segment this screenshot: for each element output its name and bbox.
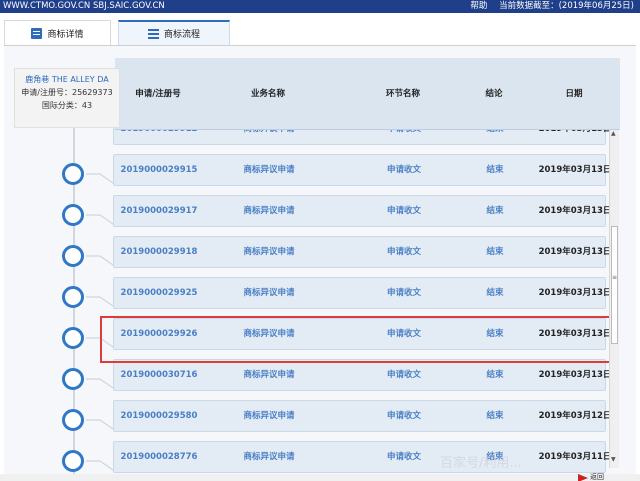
cell-reg-no[interactable]: 2019000029918	[121, 237, 198, 267]
timeline-node-icon	[62, 204, 84, 226]
back-label: 返回	[590, 473, 604, 481]
timeline-node-icon	[62, 245, 84, 267]
connector-line	[86, 214, 114, 225]
timeline-connector	[86, 378, 114, 389]
table-header: 申请/注册号 业务名称 环节名称 结论 日期	[115, 58, 620, 130]
header-reg-no: 申请/注册号	[135, 89, 181, 99]
watermark: 百家号/利用...	[440, 456, 522, 471]
site-url: WWW.CTMO.GOV.CN SBJ.SAIC.GOV.CN	[3, 1, 165, 11]
header-business: 业务名称	[250, 89, 286, 99]
top-bar: WWW.CTMO.GOV.CN SBJ.SAIC.GOV.CN 帮助 当前数据截…	[0, 0, 640, 13]
connector-line	[86, 460, 114, 471]
back-button[interactable]: 返回	[578, 473, 610, 481]
list-icon	[147, 28, 159, 39]
cell-step: 申请收文	[386, 165, 422, 175]
cell-date: 2019年03月11日	[538, 452, 612, 462]
timeline-connector	[86, 255, 114, 266]
connector-line	[86, 296, 114, 307]
cell-result: 结束	[486, 411, 504, 421]
scroll-up-icon[interactable]: ▲	[611, 130, 616, 137]
timeline-connector	[86, 173, 114, 184]
cell-step: 申请收文	[386, 247, 422, 257]
connector-line	[86, 419, 114, 430]
timeline-node-icon	[62, 163, 84, 185]
cell-date: 2019年03月12日	[538, 411, 612, 421]
cell-reg-no[interactable]: 2019000029925	[121, 278, 198, 308]
tab-trademark-process[interactable]: 商标流程	[118, 20, 230, 45]
timeline-node-icon	[62, 368, 84, 390]
help-link[interactable]: 帮助	[470, 1, 487, 11]
timeline-node-icon	[62, 327, 84, 349]
international-class: 国际分类：43	[41, 101, 93, 110]
timeline-connector	[86, 296, 114, 307]
registration-number: 申请/注册号：25629373	[21, 88, 113, 97]
cell-reg-no[interactable]: 2019000028776	[121, 442, 198, 472]
cell-date: 2019年03月13日	[538, 165, 612, 175]
cell-reg-no[interactable]: 2019000029915	[121, 155, 198, 185]
cell-reg-no[interactable]: 2019000029580	[121, 401, 198, 431]
cell-business: 商标异议申请	[243, 206, 295, 216]
timeline-connector	[86, 460, 114, 471]
cell-business: 商标异议申请	[243, 247, 295, 257]
timeline-node-icon	[62, 450, 84, 472]
cell-business: 商标异议申请	[243, 370, 295, 380]
grip-icon: ≡	[612, 274, 618, 281]
data-date-label: 当前数据截至：(2019年06月25日)	[499, 1, 634, 11]
cell-result: 结束	[486, 206, 504, 216]
arrow-right-icon	[578, 474, 588, 481]
cell-date: 2019年03月13日	[538, 370, 612, 380]
tab-trademark-detail[interactable]: 商标详情	[4, 20, 111, 45]
scroll-thumb[interactable]	[611, 226, 618, 344]
header-step: 环节名称	[385, 89, 421, 99]
scroll-down-icon[interactable]: ▼	[611, 456, 616, 463]
timeline-node-icon	[62, 286, 84, 308]
trademark-info-box: 鹿角巷 THE ALLEY DA 申请/注册号：25629373 国际分类：43	[14, 68, 120, 128]
table-row[interactable]: 2019000029580 商标异议申请 申请收文 结束 2019年03月12日	[113, 400, 611, 432]
header-result: 结论	[485, 89, 503, 99]
table-row[interactable]: 2019000030716 商标异议申请 申请收文 结束 2019年03月13日	[113, 359, 611, 391]
cell-date: 2019年03月13日	[538, 247, 612, 257]
tab-label: 商标流程	[163, 30, 200, 40]
scrollbar[interactable]: ▲ ≡ ▼	[609, 128, 619, 468]
tab-label: 商标详情	[47, 29, 84, 40]
cell-business: 商标异议申请	[243, 288, 295, 298]
connector-line	[86, 255, 114, 266]
document-icon	[31, 27, 43, 39]
cell-reg-no[interactable]: 2019000029917	[121, 196, 198, 226]
cell-result: 结束	[486, 247, 504, 257]
cell-business: 商标异议申请	[243, 165, 295, 175]
trademark-name: 鹿角巷 THE ALLEY DA	[25, 75, 109, 84]
bottom-bar	[0, 474, 640, 481]
table-row[interactable]: 2019000029917 商标异议申请 申请收文 结束 2019年03月13日	[113, 195, 611, 227]
table-row[interactable]: 2019000029925 商标异议申请 申请收文 结束 2019年03月13日	[113, 277, 611, 309]
cell-step: 申请收文	[386, 411, 422, 421]
connector-line	[86, 173, 114, 184]
cell-step: 申请收文	[386, 206, 422, 216]
table-row[interactable]: 2019000028776 商标异议申请 申请收文 结束 2019年03月11日	[113, 441, 611, 473]
tab-bar: 商标详情 商标流程	[0, 20, 640, 45]
cell-business: 商标异议申请	[243, 411, 295, 421]
connector-line	[86, 378, 114, 389]
table-row[interactable]: 2019000029918 商标异议申请 申请收文 结束 2019年03月13日	[113, 236, 611, 268]
timeline-connector	[86, 214, 114, 225]
highlight-box	[100, 316, 618, 363]
cell-step: 申请收文	[386, 452, 422, 462]
cell-date: 2019年03月13日	[538, 206, 612, 216]
timeline-connector	[86, 419, 114, 430]
cell-step: 申请收文	[386, 370, 422, 380]
cell-business: 商标异议申请	[243, 452, 295, 462]
cell-result: 结束	[486, 370, 504, 380]
cell-step: 申请收文	[386, 288, 422, 298]
cell-date: 2019年03月13日	[538, 288, 612, 298]
table-row[interactable]: 2019000029915 商标异议申请 申请收文 结束 2019年03月13日	[113, 154, 611, 186]
cell-reg-no[interactable]: 2019000030716	[121, 360, 198, 390]
timeline-node-icon	[62, 409, 84, 431]
cell-result: 结束	[486, 288, 504, 298]
header-date: 日期	[565, 89, 583, 99]
cell-result: 结束	[486, 165, 504, 175]
